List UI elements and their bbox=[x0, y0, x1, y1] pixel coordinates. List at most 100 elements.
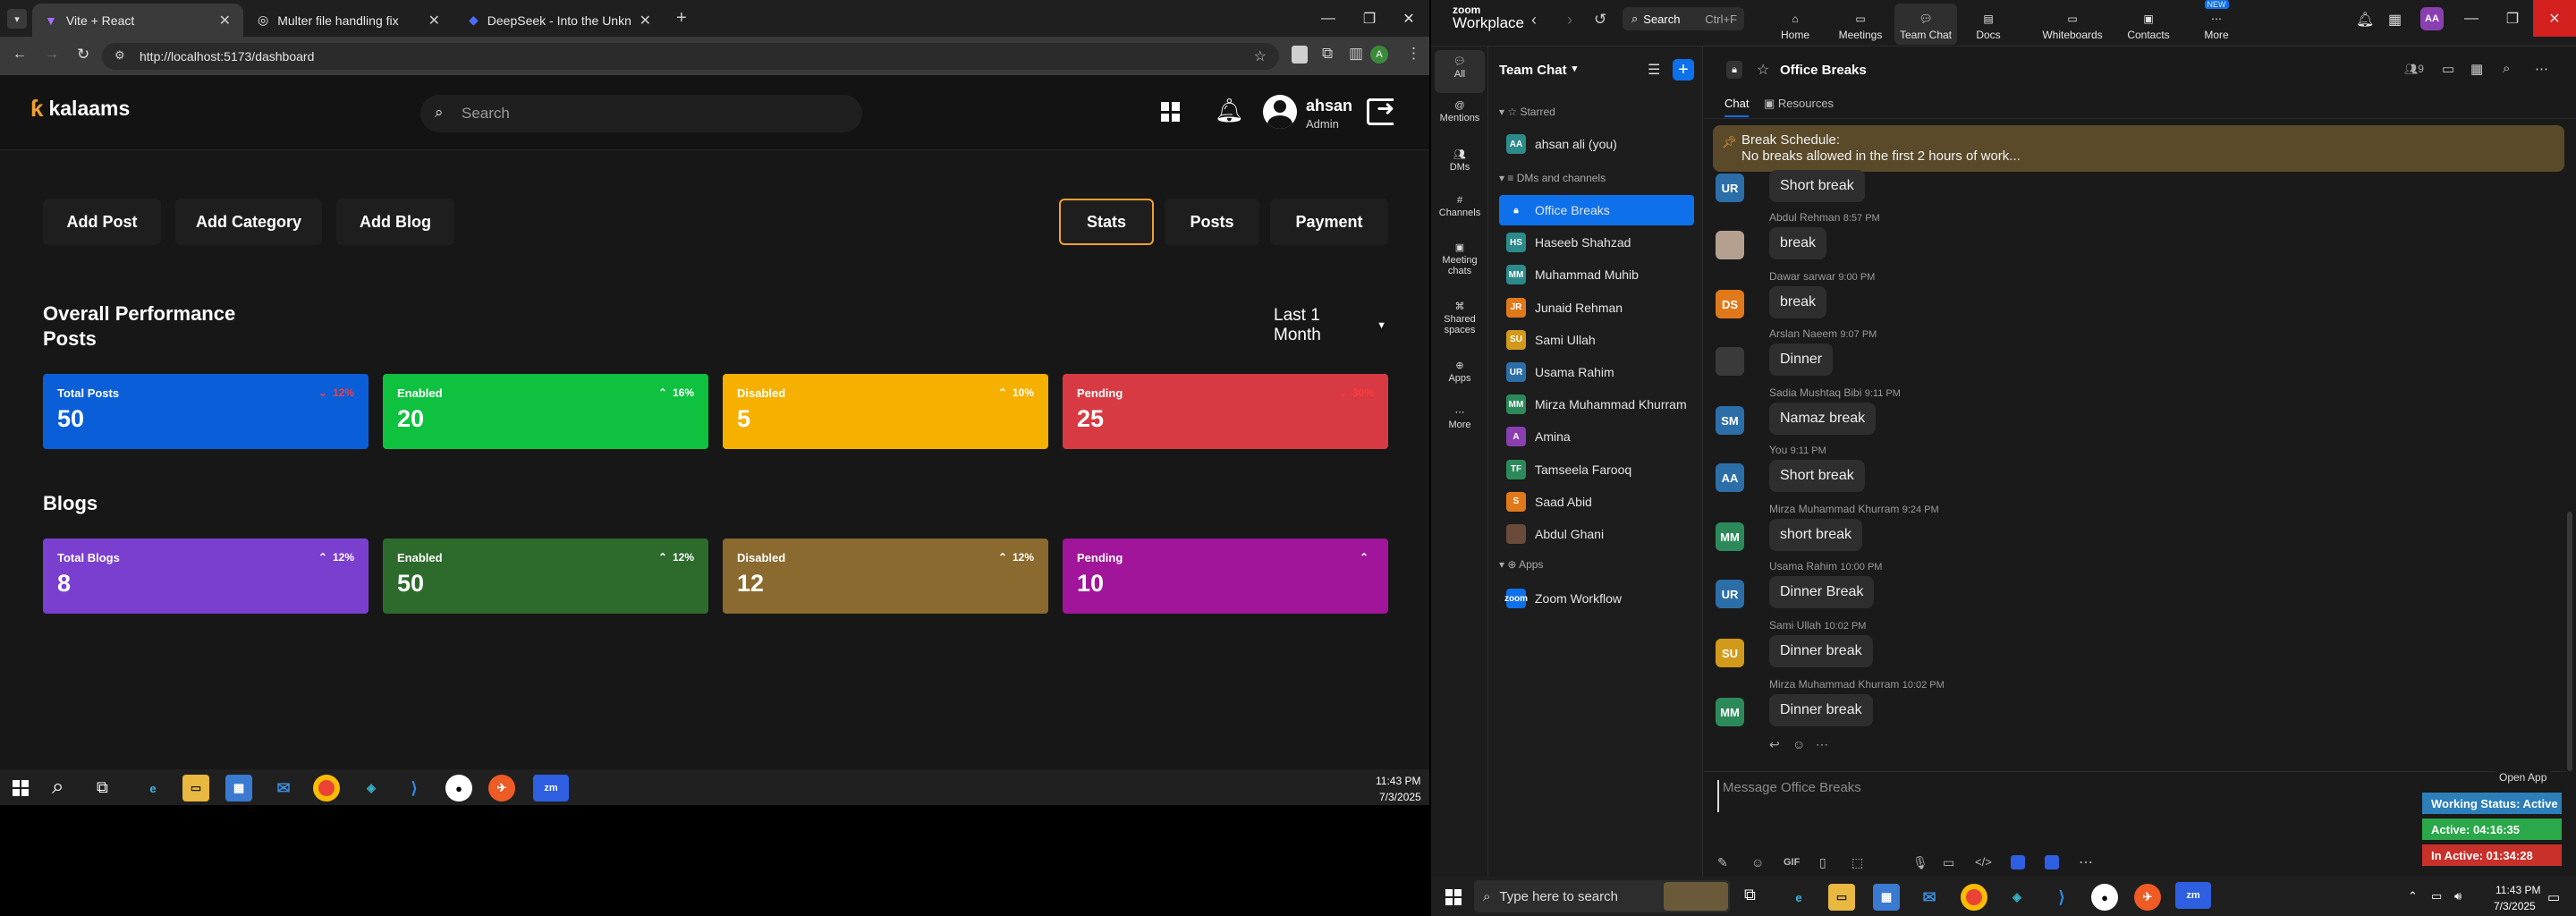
minimize-icon[interactable]: — bbox=[2451, 0, 2492, 37]
chat-list-item[interactable]: A Amina bbox=[1499, 421, 1694, 452]
taskbar-search-icon[interactable]: ⌕ bbox=[52, 775, 64, 800]
message[interactable]: MM Mirza Muhammad Khurram 10:02 PM Dinner … bbox=[1716, 678, 2431, 735]
emoji-icon[interactable]: ☺ bbox=[1751, 855, 1764, 869]
message[interactable]: Abdul Rehman 8:57 PM break bbox=[1716, 211, 2431, 268]
extension-icon[interactable] bbox=[1292, 46, 1308, 64]
add-post-button[interactable]: Add Post bbox=[43, 199, 161, 245]
app-shortcut-icon[interactable] bbox=[2045, 855, 2059, 869]
zoom-tab-contacts[interactable]: ▣ Contacts bbox=[2122, 4, 2175, 45]
rail-dms[interactable]: 👥︎ DMs bbox=[1435, 148, 1485, 173]
message-avatar[interactable]: MM bbox=[1716, 522, 1744, 551]
app-icon[interactable]: ◈ bbox=[358, 775, 385, 802]
edge-icon[interactable]: e bbox=[140, 775, 166, 802]
new-tab-button[interactable]: + bbox=[676, 8, 687, 29]
file-explorer-icon[interactable]: ▭ bbox=[1828, 884, 1855, 911]
logo[interactable]: ƙ kalaams bbox=[30, 95, 130, 123]
store-icon[interactable]: ▦ bbox=[1873, 884, 1900, 911]
message[interactable]: UR Short break bbox=[1716, 154, 2431, 211]
restore-icon[interactable]: ❐ bbox=[2492, 0, 2533, 37]
range-select[interactable]: Last 1 Month ▼ bbox=[1261, 306, 1386, 344]
rail-channels[interactable]: # Channels bbox=[1435, 195, 1485, 218]
starred-header[interactable]: ▾ ☆ Starred bbox=[1499, 106, 1555, 118]
mail-icon[interactable]: ✉ bbox=[1916, 884, 1943, 911]
logout-icon[interactable]: ➜ bbox=[1367, 97, 1394, 125]
chat-list-item[interactable]: HS Haseeb Shahzad bbox=[1499, 227, 1694, 258]
browser-tab[interactable]: ◆ DeepSeek - Into the Unknown ✕ bbox=[456, 4, 664, 37]
task-view-icon[interactable]: ⧉ bbox=[97, 778, 108, 797]
zoom-tab-meetings[interactable]: ▭ Meetings bbox=[1832, 4, 1889, 45]
dms-header[interactable]: ▾ ≡ DMs and channels bbox=[1499, 172, 1606, 184]
message-avatar[interactable]: MM bbox=[1716, 698, 1744, 726]
message-avatar[interactable] bbox=[1716, 347, 1744, 376]
browser-menu-icon[interactable]: ⋮ bbox=[1406, 45, 1421, 63]
zoom-tab-team-chat[interactable]: 💬︎ Team Chat bbox=[1894, 4, 1957, 45]
rail-mentions[interactable]: @ Mentions bbox=[1435, 100, 1485, 123]
chat-list-title[interactable]: Team Chat ▾ bbox=[1499, 63, 1577, 78]
windows-start-icon[interactable] bbox=[13, 780, 29, 796]
store-icon[interactable]: ▦ bbox=[225, 775, 252, 802]
star-icon[interactable]: ☆ bbox=[1757, 61, 1769, 79]
forward-icon[interactable]: › bbox=[1567, 11, 1572, 30]
rail-all[interactable]: 💬︎ All bbox=[1435, 50, 1485, 93]
rail-apps[interactable]: ⊕ Apps bbox=[1435, 360, 1485, 384]
audio-icon[interactable]: 🎙︎ bbox=[1912, 855, 1928, 870]
close-window-icon[interactable]: ✕ bbox=[2533, 0, 2576, 37]
open-app-button[interactable]: Open App bbox=[2496, 769, 2551, 785]
close-window-icon[interactable]: ✕ bbox=[1388, 0, 1429, 37]
bookmark-star-icon[interactable]: ☆ bbox=[1254, 47, 1267, 65]
chat-list-item[interactable]: UR Usama Rahim bbox=[1499, 357, 1694, 387]
add-blog-button[interactable]: Add Blog bbox=[336, 199, 454, 245]
new-chat-button[interactable]: + bbox=[1673, 59, 1694, 81]
message[interactable]: SM Sadia Mushtaq Bibi 9:11 PM Namaz break bbox=[1716, 386, 2431, 444]
profile-avatar[interactable]: A bbox=[1370, 46, 1388, 64]
apps-header[interactable]: ▾ ⊕ Apps bbox=[1499, 558, 1543, 571]
payment-button[interactable]: Payment bbox=[1270, 199, 1388, 245]
extensions-puzzle-icon[interactable]: ⧉ bbox=[1322, 45, 1333, 63]
tray-chevron-icon[interactable]: ⌃ bbox=[2408, 889, 2418, 903]
mail-icon[interactable]: ✉ bbox=[270, 775, 297, 802]
search-highlight-image[interactable] bbox=[1664, 882, 1728, 911]
chat-list-item[interactable]: zoom Zoom Workflow bbox=[1499, 583, 1694, 614]
zoom-tab-docs[interactable]: ▤ Docs bbox=[1964, 4, 2012, 45]
video-message-icon[interactable]: ▭ bbox=[1943, 855, 1954, 870]
vscode-icon[interactable]: ⟩ bbox=[401, 775, 428, 802]
sidebar-icon[interactable]: ▥ bbox=[1349, 45, 1363, 63]
close-tab-icon[interactable]: ✕ bbox=[219, 12, 231, 30]
calendar-icon[interactable]: ▦ bbox=[2388, 11, 2402, 29]
chat-list-item[interactable]: Abdul Ghani bbox=[1499, 519, 1694, 549]
search-icon[interactable]: ⌕ bbox=[2503, 61, 2510, 76]
reaction-icon[interactable]: ☺ bbox=[1792, 737, 1805, 751]
reload-icon[interactable]: ↻ bbox=[77, 46, 89, 64]
format-icon[interactable]: ✎ bbox=[1717, 855, 1728, 870]
tab-chat[interactable]: Chat bbox=[1724, 97, 1750, 117]
message[interactable]: Arslan Naeem 9:07 PM Dinner bbox=[1716, 327, 2431, 385]
postman-icon[interactable]: ✈ bbox=[488, 775, 515, 802]
app-shortcut-icon[interactable] bbox=[2011, 855, 2025, 869]
url-bar[interactable]: ⚙ http://localhost:5173/dashboard ☆ bbox=[102, 43, 1279, 70]
video-icon[interactable]: ▭ bbox=[2442, 61, 2454, 77]
search-input[interactable]: ⌕ Search bbox=[420, 95, 862, 132]
more-icon[interactable]: ⋯ bbox=[2535, 61, 2548, 77]
screenshot-icon[interactable]: ⬚ bbox=[1852, 855, 1863, 870]
file-icon[interactable]: ▯ bbox=[1819, 855, 1826, 870]
file-explorer-icon[interactable]: ▭ bbox=[182, 775, 209, 802]
message[interactable]: AA You 9:11 PM Short break bbox=[1716, 444, 2431, 501]
scrollbar[interactable] bbox=[2567, 512, 2572, 771]
message-input[interactable]: Message Office Breaks bbox=[1717, 780, 2415, 812]
zoom-tab-more[interactable]: NEW ⋯ More bbox=[2190, 0, 2243, 45]
back-icon[interactable]: ‹ bbox=[1531, 11, 1537, 30]
rail-shared-spaces[interactable]: ⌘ Shared spaces bbox=[1435, 301, 1485, 335]
zoom-taskbar-icon[interactable]: zm bbox=[2175, 882, 2211, 909]
chat-list-item[interactable]: S Saad Abid bbox=[1499, 487, 1694, 517]
browser-tab[interactable]: ◎ Multer file handling fix ✕ bbox=[245, 4, 453, 37]
volume-icon[interactable]: 🔊︎ bbox=[2454, 889, 2462, 903]
chat-list-item[interactable]: SU Sami Ullah bbox=[1499, 325, 1694, 355]
more-icon[interactable]: ⋯ bbox=[2079, 853, 2093, 871]
restore-icon[interactable]: ❐ bbox=[1349, 0, 1390, 37]
message[interactable]: MM Mirza Muhammad Khurram 9:24 PM short br… bbox=[1716, 503, 2431, 560]
message-avatar[interactable]: UR bbox=[1716, 174, 1744, 202]
chat-list-item[interactable]: 🔒︎ Office Breaks bbox=[1499, 195, 1694, 225]
code-icon[interactable]: </> bbox=[1975, 855, 1992, 869]
filter-icon[interactable]: ☰ bbox=[1648, 61, 1660, 79]
user-avatar[interactable]: AA bbox=[2420, 7, 2444, 30]
